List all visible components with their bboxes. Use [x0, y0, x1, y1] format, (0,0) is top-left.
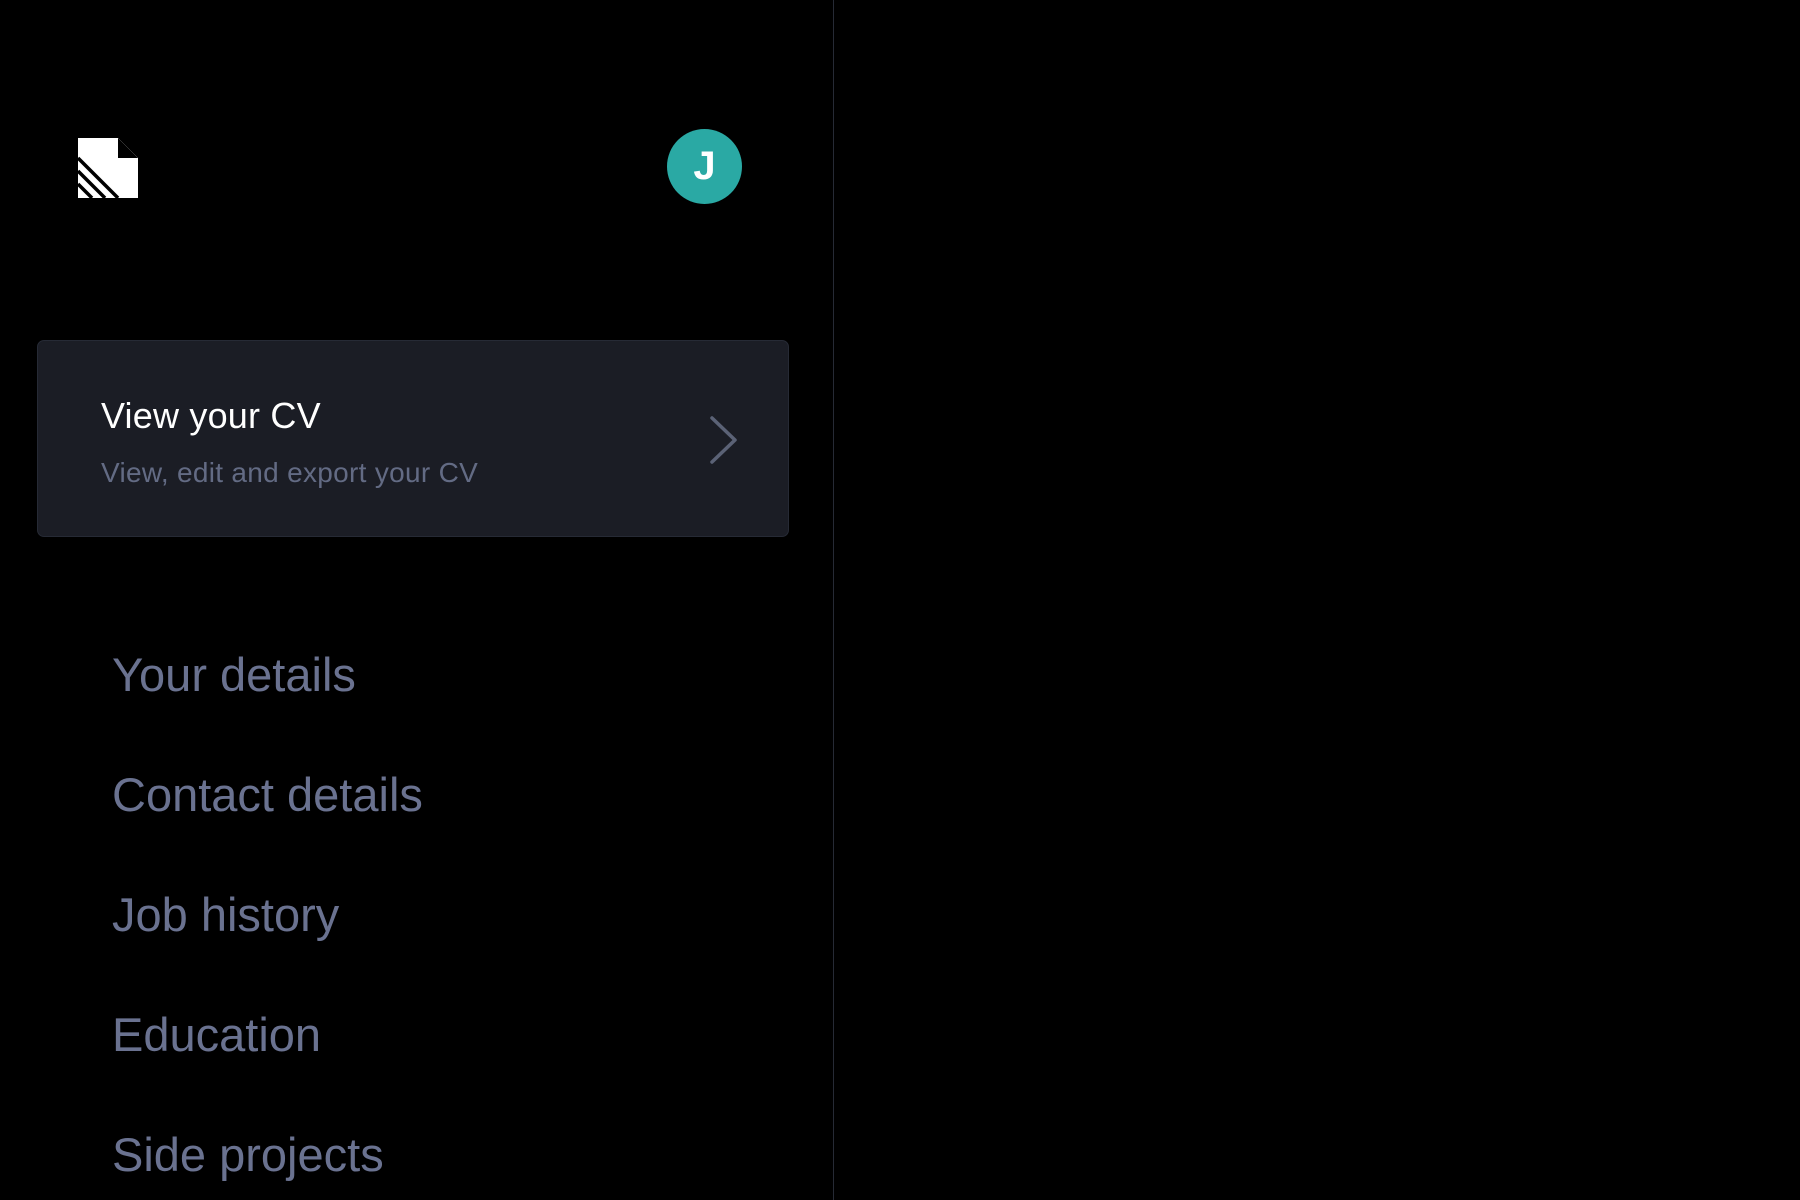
section-nav: Your details Contact details Job history…: [112, 640, 423, 1200]
app-window: J View your CV View, edit and export you…: [0, 0, 1800, 1200]
sidebar: J View your CV View, edit and export you…: [0, 0, 834, 1200]
chevron-right-icon: [710, 416, 737, 464]
cv-card-subtitle: View, edit and export your CV: [101, 457, 479, 488]
cv-card-title: View your CV: [101, 395, 321, 436]
document-logo-icon[interactable]: [78, 138, 138, 198]
view-cv-card[interactable]: View your CV View, edit and export your …: [37, 340, 789, 537]
main-content-area: [834, 0, 1800, 1200]
nav-item-education[interactable]: Education: [112, 1000, 423, 1120]
nav-item-your-details[interactable]: Your details: [112, 640, 423, 760]
user-avatar[interactable]: J: [667, 129, 742, 204]
nav-item-job-history[interactable]: Job history: [112, 880, 423, 1000]
nav-item-side-projects[interactable]: Side projects: [112, 1120, 423, 1200]
nav-item-contact-details[interactable]: Contact details: [112, 760, 423, 880]
